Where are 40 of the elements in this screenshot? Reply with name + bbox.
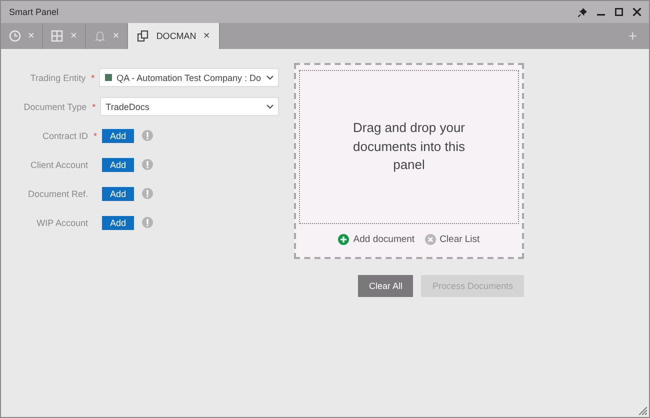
dropdown-field[interactable]: QA - Automation Test Company : Do	[98, 68, 279, 87]
documents-icon	[137, 30, 150, 42]
add-button[interactable]: Add	[102, 216, 134, 230]
plus-icon	[338, 234, 350, 245]
field-label: Document Ref.	[28, 188, 88, 198]
close-icon[interactable]	[633, 8, 641, 16]
clear-icon	[424, 234, 436, 245]
clear-all-button[interactable]: Clear All	[358, 275, 414, 297]
field-label: WIP Account	[36, 218, 88, 228]
info-icon[interactable]	[142, 188, 153, 199]
resize-grip-icon[interactable]	[638, 406, 647, 415]
add-document-link[interactable]: Add document	[338, 234, 415, 245]
bell-icon	[94, 30, 106, 42]
tab-label: DOCMAN	[156, 31, 196, 41]
close-icon[interactable]: ×	[203, 30, 210, 42]
window-title: Smart Panel	[9, 7, 60, 17]
required-mark: *	[92, 130, 97, 140]
required-mark: *	[90, 72, 95, 82]
tab[interactable]: DOCMAN ×	[128, 23, 220, 49]
field-label: Contract ID	[42, 130, 88, 140]
add-button[interactable]: Add	[102, 186, 134, 200]
grid-icon	[51, 30, 64, 42]
caret-icon	[266, 75, 274, 80]
field-label: Document Type	[24, 102, 87, 112]
add-button[interactable]: Add	[102, 128, 134, 142]
field-label: Client Account	[30, 160, 88, 170]
required-mark: *	[91, 102, 96, 112]
field-label: Trading Entity	[30, 72, 86, 82]
clear-list-link[interactable]: Clear List	[424, 234, 480, 245]
info-icon[interactable]	[142, 159, 153, 170]
add-button[interactable]: Add	[102, 158, 134, 172]
drop-panel[interactable]: Drag and drop your documents into this panel Add document Clear List	[294, 63, 524, 259]
dropdown-field[interactable]: TradeDocs	[100, 97, 279, 116]
pin-icon[interactable]	[578, 8, 587, 16]
info-icon[interactable]	[142, 130, 153, 141]
maximize-icon[interactable]	[615, 8, 623, 16]
caret-icon	[266, 104, 274, 109]
clock-icon	[9, 30, 21, 42]
info-icon[interactable]	[142, 217, 153, 228]
drop-message: Drag and drop your documents into this panel	[353, 118, 465, 174]
